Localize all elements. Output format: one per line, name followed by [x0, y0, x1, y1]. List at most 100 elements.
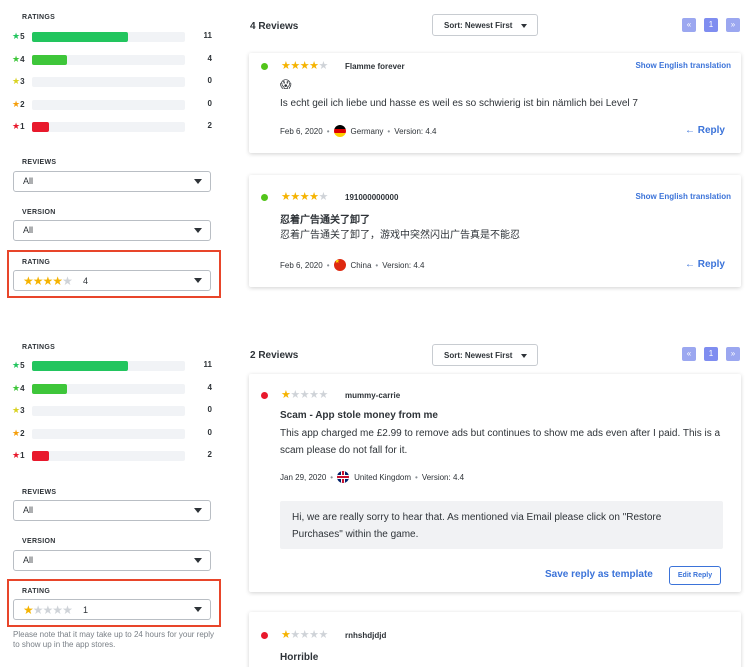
review-version: Version: 4.4 [421, 473, 465, 482]
review-card: ★★★★★ Flamme forever Show English transl… [249, 53, 741, 153]
rating-star-value: 5 [20, 32, 25, 41]
star-icon: ★ [12, 76, 21, 86]
review-author: 191000000000 [345, 193, 399, 202]
star-filled-icon: ★ [299, 60, 310, 72]
star-icon: ★ [12, 53, 21, 64]
rating-star-label: ★5 [12, 31, 25, 42]
reply-button[interactable]: ← Reply [685, 125, 725, 136]
rating-filter-label: RATING [22, 259, 51, 266]
star-filled-icon: ★ [23, 274, 34, 288]
version-filter-label: VERSION [22, 209, 56, 216]
rating-star-label: ★3 [12, 76, 25, 87]
review-date: Feb 6, 2020 [280, 127, 323, 136]
reviews-filter-label: REVIEWS [22, 159, 57, 166]
rating-count: 2 [207, 121, 212, 130]
ratings-label: RATINGS [22, 14, 56, 21]
star-icon: ★ [12, 360, 21, 370]
sentiment-dot [261, 63, 268, 70]
rating-star-label: ★4 [12, 383, 25, 394]
star-icon: ★ [12, 31, 21, 41]
rating-count: 2 [207, 450, 212, 459]
rating-row: ★2 0 [12, 428, 222, 440]
review-card: ★★★★★ 191000000000 Show English translat… [249, 175, 741, 287]
germany-flag-icon [333, 125, 346, 137]
star-empty-icon: ★ [290, 629, 300, 641]
reviews-count: 2 Reviews [250, 350, 299, 361]
review-version: Version: 4.4 [394, 127, 437, 136]
sort-dropdown[interactable]: Sort: Newest First [432, 14, 538, 36]
rating-star-value: 1 [20, 122, 25, 131]
rating-star-value: 4 [20, 54, 25, 64]
review-meta: Feb 6, 2020 • Germany • Version: 4.4 [280, 125, 437, 137]
pager-next-button[interactable]: » [726, 18, 740, 32]
rating-bar-fill [32, 54, 68, 65]
rating-count: 11 [203, 31, 212, 40]
star-filled-icon: ★ [32, 274, 44, 288]
reviews-filter-label: REVIEWS [22, 489, 57, 496]
rating-filter-label: RATING [22, 588, 51, 595]
reviews-count: 4 Reviews [250, 21, 299, 32]
version-filter-select[interactable]: All [13, 550, 211, 571]
star-filled-icon: ★ [281, 629, 291, 641]
sort-label: Sort: Newest First [444, 21, 513, 30]
rating-filter-select[interactable]: ★★★★★ 1 [13, 599, 211, 620]
rating-row: ★5 11 [12, 31, 222, 43]
review-card: ★★★★★ mummy-carrie Scam - App stole mone… [249, 374, 741, 592]
star-filled-icon: ★ [281, 191, 291, 203]
star-icon: ★ [12, 382, 21, 393]
reviews-filter-select[interactable]: All [13, 171, 211, 192]
star-empty-icon: ★ [299, 389, 310, 401]
review-author: Flamme forever [345, 62, 405, 71]
rating-count: 11 [203, 360, 212, 369]
sentiment-dot [261, 632, 268, 639]
rating-bar-track [32, 383, 185, 394]
pager-page-button[interactable]: 1 [704, 18, 718, 32]
uk-flag-icon [337, 471, 350, 483]
rating-star-value: 2 [20, 99, 25, 109]
chevron-down-icon [194, 558, 202, 563]
rating-filter-select[interactable]: ★★★★★ 4 [13, 270, 211, 291]
reviews-filter-select[interactable]: All [13, 500, 211, 521]
sentiment-dot [261, 392, 268, 399]
reviews-filter-value: All [23, 505, 34, 515]
review-title: 😱 [280, 79, 292, 91]
review-stars-icon: ★★★★★ [281, 628, 328, 641]
rating-star-value: 5 [20, 361, 25, 370]
developer-reply-text: Hi, we are really sorry to hear that. As… [292, 512, 662, 540]
review-title: Horrible [280, 652, 319, 663]
sort-dropdown[interactable]: Sort: Newest First [432, 344, 538, 366]
reply-button[interactable]: ← Reply [685, 259, 725, 270]
review-author: rnhshdjdjd [345, 631, 387, 640]
rating-bar-fill [32, 361, 129, 371]
star-filled-icon: ★ [281, 389, 291, 401]
edit-reply-button[interactable]: Edit Reply [669, 566, 721, 585]
pager-page-button[interactable]: 1 [704, 347, 718, 361]
review-date: Jan 29, 2020 [280, 473, 327, 482]
rating-bar-track [32, 451, 185, 461]
rating-bar-fill [32, 32, 129, 42]
rating-star-label: ★5 [12, 360, 25, 371]
show-translation-link[interactable]: Show English translation [635, 61, 731, 70]
star-empty-icon: ★ [318, 389, 329, 401]
review-body: Is echt geil ich liebe und hasse es weil… [280, 98, 638, 109]
reviews-filter-value: All [23, 176, 34, 186]
rating-star-label: ★1 [12, 450, 25, 461]
rating-count: 0 [207, 427, 212, 437]
version-filter-value: All [23, 225, 34, 235]
pager-prev-button[interactable]: « [682, 347, 696, 361]
rating-count: 4 [207, 382, 212, 392]
review-card: ★★★★★ rnhshdjdjd Horrible [249, 612, 741, 667]
chevron-down-icon [194, 278, 202, 283]
pager-prev-button[interactable]: « [682, 18, 696, 32]
review-stars-icon: ★★★★★ [281, 59, 328, 72]
save-reply-template-link[interactable]: Save reply as template [545, 569, 653, 580]
show-translation-link[interactable]: Show English translation [635, 192, 731, 201]
review-stars-icon: ★★★★★ [281, 388, 328, 401]
rating-bar-track [32, 54, 185, 65]
star-icon: ★ [12, 98, 21, 109]
pager-next-button[interactable]: » [726, 347, 740, 361]
chevron-down-icon [521, 24, 527, 28]
review-country: United Kingdom [354, 473, 411, 482]
version-filter-select[interactable]: All [13, 220, 211, 241]
star-empty-icon: ★ [318, 60, 329, 72]
